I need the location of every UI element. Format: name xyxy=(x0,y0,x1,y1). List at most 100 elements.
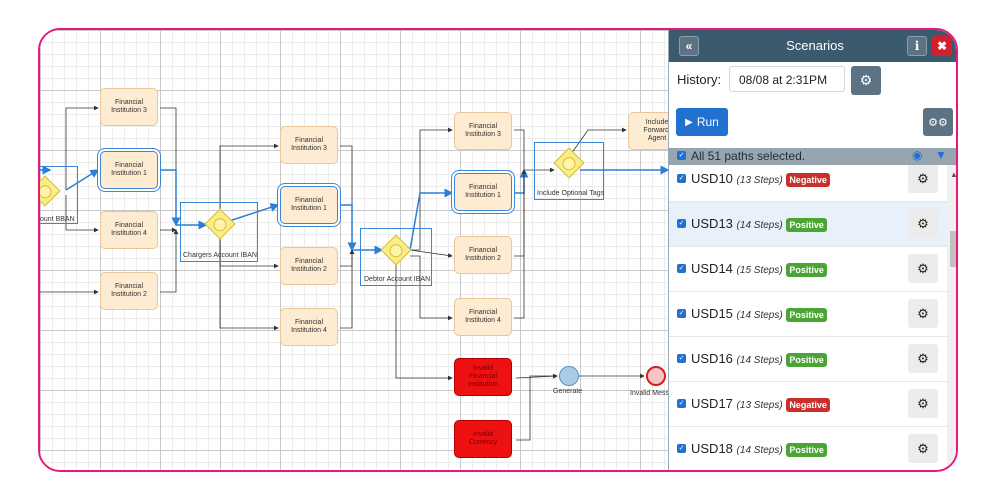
sequence-flow[interactable] xyxy=(340,204,357,252)
generate-event[interactable] xyxy=(559,366,579,386)
sequence-flow[interactable] xyxy=(160,107,179,226)
scenario-checkbox[interactable]: ✓ xyxy=(677,219,686,228)
task-node[interactable]: Financial Institution 3 xyxy=(454,112,512,150)
scenario-name: USD17 xyxy=(691,396,733,411)
scenario-checkbox[interactable]: ✓ xyxy=(677,354,686,363)
gear-icon: ⚙ xyxy=(917,215,929,231)
scenario-label: USD14 (15 Steps) Positive xyxy=(691,261,827,277)
sequence-flow[interactable] xyxy=(340,249,355,329)
task-label: Invalid Currency xyxy=(468,431,498,446)
history-settings-button[interactable]: ⚙ xyxy=(851,66,881,95)
scenario-settings-button[interactable]: ⚙ xyxy=(908,209,938,238)
select-all-text: All 51 paths selected. xyxy=(691,149,806,163)
scroll-thumb[interactable] xyxy=(950,231,956,267)
select-all-bar: ✓ All 51 paths selected. ◉ ▼ xyxy=(669,148,956,165)
scenario-name: USD13 xyxy=(691,216,733,231)
task-node[interactable]: Financial Institution 3 xyxy=(100,88,158,126)
status-badge: Positive xyxy=(786,442,827,457)
sequence-flow[interactable] xyxy=(514,168,529,194)
gateway-marker xyxy=(40,185,52,199)
task-label: Financial Institution 3 xyxy=(465,123,501,138)
end-event[interactable] xyxy=(646,366,666,386)
scenario-row[interactable]: ✓ USD15 (14 Steps) Positive ⚙ xyxy=(669,292,947,337)
scenario-checkbox[interactable]: ✓ xyxy=(677,264,686,273)
task-node[interactable]: Financial Institution 2 xyxy=(100,272,158,310)
gateway-label: Debtor Account IBAN xyxy=(364,276,431,283)
status-badge: Positive xyxy=(786,307,827,322)
task-node[interactable]: Financial Institution 4 xyxy=(100,211,158,249)
scenario-label: USD16 (14 Steps) Positive xyxy=(691,351,827,367)
scenario-settings-button[interactable]: ⚙ xyxy=(908,344,938,373)
scenario-steps: (14 Steps) xyxy=(736,310,783,321)
scenario-checkbox[interactable]: ✓ xyxy=(677,444,686,453)
gateway-marker xyxy=(562,157,576,171)
app-window: Financial Institution 3 Financial Instituti… xyxy=(38,28,958,472)
scenario-checkbox[interactable]: ✓ xyxy=(677,174,686,183)
task-node[interactable]: Financial Institution 1 xyxy=(100,151,158,189)
scenario-name: USD18 xyxy=(691,441,733,456)
diagram-canvas[interactable]: Financial Institution 3 Financial Instituti… xyxy=(40,30,686,470)
task-node[interactable]: Financial Institution 3 xyxy=(280,126,338,164)
scenario-steps: (14 Steps) xyxy=(736,220,783,231)
task-node[interactable]: Financial Institution 1 xyxy=(280,186,338,224)
sequence-flow[interactable] xyxy=(514,169,527,257)
task-node[interactable]: Financial Institution 2 xyxy=(280,247,338,285)
run-label: Run xyxy=(696,115,719,129)
scenario-steps: (15 Steps) xyxy=(736,265,783,276)
scenario-settings-button[interactable]: ⚙ xyxy=(908,254,938,283)
scenario-label: USD13 (14 Steps) Positive xyxy=(691,216,827,232)
select-all-checkbox[interactable]: ✓ xyxy=(677,151,686,160)
task-node[interactable]: Financial Institution 4 xyxy=(454,298,512,336)
event-label: Invalid Mess xyxy=(630,390,669,397)
status-badge: Negative xyxy=(786,397,830,412)
task-label: Financial Institution 4 xyxy=(111,222,147,237)
scenario-row[interactable]: ✓ USD17 (13 Steps) Negative ⚙ xyxy=(669,382,947,427)
run-settings-button[interactable]: ⚙⚙ xyxy=(923,108,953,136)
gear-icon: ⚙ xyxy=(917,395,929,411)
run-button[interactable]: ▶ Run xyxy=(676,108,728,136)
task-node[interactable]: Financial Institution 2 xyxy=(454,236,512,274)
scenario-row[interactable]: ✓ USD14 (15 Steps) Positive ⚙ xyxy=(669,247,947,292)
scenario-checkbox[interactable]: ✓ xyxy=(677,399,686,408)
play-icon: ▶ xyxy=(685,116,693,128)
error-task-node[interactable]: Invalid Financial Institution xyxy=(454,358,512,396)
status-badge: Positive xyxy=(786,262,827,277)
sequence-flow[interactable] xyxy=(160,229,179,293)
gateway-label: ount BBAN xyxy=(40,216,75,223)
scenario-settings-button[interactable]: ⚙ xyxy=(908,434,938,463)
scenario-row[interactable]: ✓ USD18 (14 Steps) Positive ⚙ xyxy=(669,427,947,470)
filter-icon[interactable]: ▼ xyxy=(935,148,947,162)
scenario-settings-button[interactable]: ⚙ xyxy=(908,389,938,418)
sequence-flow[interactable] xyxy=(160,169,181,227)
sequence-flow[interactable] xyxy=(514,169,527,319)
info-button[interactable]: i xyxy=(907,36,927,56)
scenario-settings-button[interactable]: ⚙ xyxy=(908,165,938,193)
task-node[interactable]: Financial Institution 1 xyxy=(454,173,512,211)
sequence-flow[interactable] xyxy=(340,145,355,251)
scenario-name: USD10 xyxy=(691,171,733,186)
eye-icon[interactable]: ◉ xyxy=(912,148,922,162)
scenario-list: ✓ USD10 (13 Steps) Negative ⚙ ✓ USD13 (14 St… xyxy=(669,165,947,470)
event-label: Generate xyxy=(553,388,583,395)
gateway-label: Include Optional Tags xyxy=(537,190,605,197)
gear-icon: ⚙ xyxy=(917,440,929,456)
sequence-flow[interactable] xyxy=(516,373,558,441)
error-task-node[interactable]: Invalid Currency xyxy=(454,420,512,458)
sequence-flow[interactable] xyxy=(340,249,355,267)
cogs-icon: ⚙⚙ xyxy=(928,116,948,129)
gateway-label: Chargers Account IBAN xyxy=(183,252,257,259)
task-label: Financial Institution 1 xyxy=(465,184,501,199)
task-node[interactable]: Financial Institution 4 xyxy=(280,308,338,346)
scenario-steps: (13 Steps) xyxy=(736,175,783,186)
scenario-settings-button[interactable]: ⚙ xyxy=(908,299,938,328)
close-button[interactable]: ✖ xyxy=(932,36,952,56)
history-field[interactable]: 08/08 at 2:31PM xyxy=(729,66,845,92)
gateway-marker xyxy=(389,244,403,258)
scenario-name: USD16 xyxy=(691,351,733,366)
scrollbar[interactable]: ▲ xyxy=(947,165,956,470)
scenario-checkbox[interactable]: ✓ xyxy=(677,309,686,318)
scroll-up-arrow[interactable]: ▲ xyxy=(950,170,956,179)
scenario-row[interactable]: ✓ USD16 (14 Steps) Positive ⚙ xyxy=(669,337,947,382)
scenario-row[interactable]: ✓ USD10 (13 Steps) Negative ⚙ xyxy=(669,165,947,202)
scenario-row[interactable]: ✓ USD13 (14 Steps) Positive ⚙ xyxy=(669,202,947,247)
